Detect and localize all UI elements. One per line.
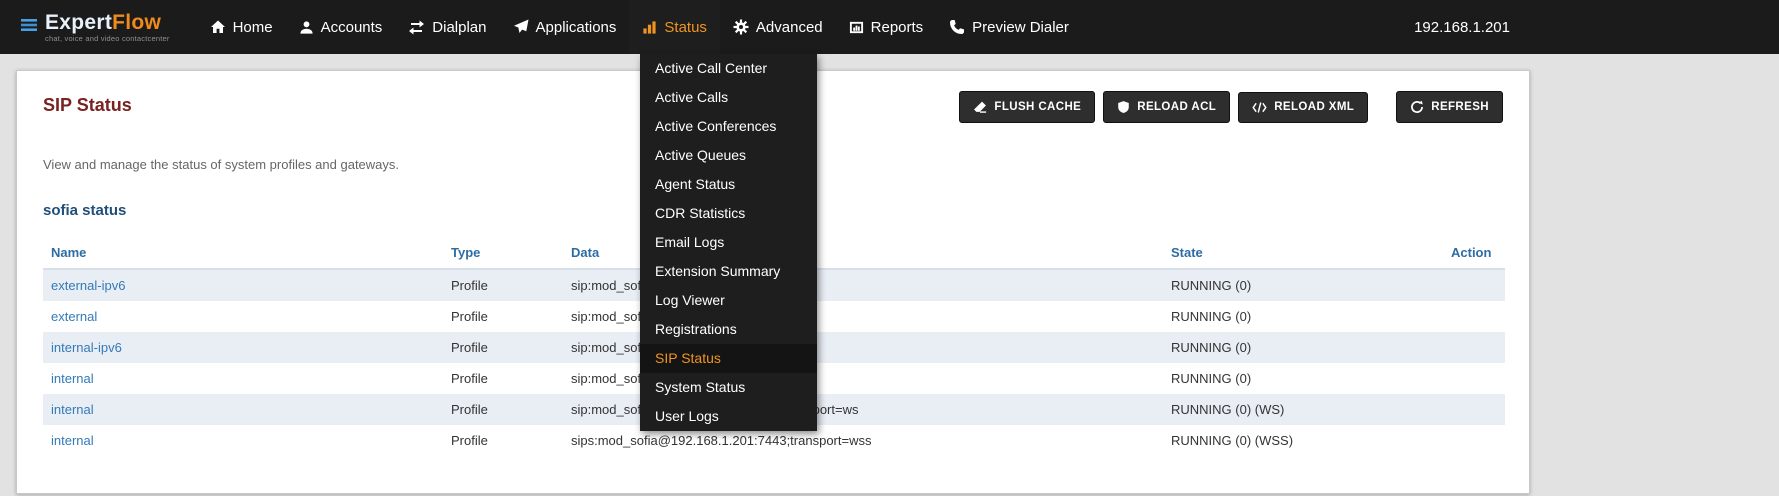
cell-type: Profile <box>443 269 563 301</box>
logo-flow: Flow <box>112 11 161 34</box>
status-menu-item-active-conferences[interactable]: Active Conferences <box>640 112 817 141</box>
phone-icon <box>949 19 965 35</box>
reload-acl-label: RELOAD ACL <box>1137 101 1216 113</box>
status-menu-item-log-viewer[interactable]: Log Viewer <box>640 286 817 315</box>
send-icon <box>513 19 529 35</box>
nav-item-dialplan[interactable]: Dialplan <box>395 0 499 54</box>
profile-link[interactable]: external <box>51 309 97 324</box>
status-dropdown-menu: Active Call CenterActive CallsActive Con… <box>640 54 817 431</box>
status-menu-item-active-queues[interactable]: Active Queues <box>640 141 817 170</box>
toolbar: FLUSH CACHE RELOAD ACL RELOAD XML REFRES… <box>959 91 1503 123</box>
cell-type: Profile <box>443 332 563 363</box>
nav-item-reports[interactable]: Reports <box>836 0 937 54</box>
refresh-button[interactable]: REFRESH <box>1396 91 1503 123</box>
column-header-state[interactable]: State <box>1163 237 1443 269</box>
cell-action <box>1443 394 1505 425</box>
logo-text: ExpertFlow chat, voice and video contact… <box>45 12 170 43</box>
status-menu-item-cdr-statistics[interactable]: CDR Statistics <box>640 199 817 228</box>
nav-item-label: Reports <box>871 19 924 36</box>
cell-action <box>1443 301 1505 332</box>
code-icon <box>1252 101 1267 114</box>
eraser-icon <box>973 100 987 114</box>
cell-type: Profile <box>443 394 563 425</box>
cell-action <box>1443 425 1505 456</box>
flush-cache-label: FLUSH CACHE <box>994 101 1081 113</box>
status-menu-item-agent-status[interactable]: Agent Status <box>640 170 817 199</box>
logo-mark-icon <box>19 15 39 40</box>
status-menu-item-registrations[interactable]: Registrations <box>640 315 817 344</box>
reload-xml-label: RELOAD XML <box>1274 101 1354 113</box>
cell-name: internal <box>43 425 443 456</box>
profile-link[interactable]: internal <box>51 433 94 448</box>
cell-state: RUNNING (0) <box>1163 363 1443 394</box>
reload-acl-button[interactable]: RELOAD ACL <box>1103 91 1230 123</box>
column-header-type[interactable]: Type <box>443 237 563 269</box>
reload-xml-button[interactable]: RELOAD XML <box>1238 92 1368 123</box>
nav-menu: Home Accounts Dialplan Applications Status Ad… <box>197 0 1082 54</box>
nav-item-advanced[interactable]: Advanced <box>720 0 836 54</box>
expertflow-logo[interactable]: ExpertFlow chat, voice and video contact… <box>19 12 170 43</box>
status-menu-item-active-call-center[interactable]: Active Call Center <box>640 54 817 83</box>
nav-item-preview-dialer[interactable]: Preview Dialer <box>936 0 1082 54</box>
profile-link[interactable]: internal-ipv6 <box>51 340 122 355</box>
cell-name: internal <box>43 363 443 394</box>
cell-action <box>1443 332 1505 363</box>
nav-item-label: Preview Dialer <box>972 19 1069 36</box>
nav-item-label: Home <box>233 19 273 36</box>
cell-type: Profile <box>443 425 563 456</box>
cell-state: RUNNING (0) <box>1163 332 1443 363</box>
cell-action <box>1443 363 1505 394</box>
cell-action <box>1443 269 1505 301</box>
nav-item-label: Status <box>664 19 707 36</box>
cell-name: internal-ipv6 <box>43 332 443 363</box>
profile-link[interactable]: external-ipv6 <box>51 278 125 293</box>
profile-link[interactable]: internal <box>51 402 94 417</box>
page-title: SIP Status <box>43 95 132 116</box>
column-header-action[interactable]: Action <box>1443 237 1505 269</box>
status-menu-item-system-status[interactable]: System Status <box>640 373 817 402</box>
nav-item-status[interactable]: Status <box>629 0 720 54</box>
transfer-icon <box>408 20 425 35</box>
shield-icon <box>1117 100 1130 114</box>
cell-name: external-ipv6 <box>43 269 443 301</box>
user-icon <box>299 20 314 35</box>
nav-item-label: Advanced <box>756 19 823 36</box>
cell-name: external <box>43 301 443 332</box>
report-icon <box>849 20 864 35</box>
gear-icon <box>733 19 749 35</box>
nav-item-label: Applications <box>536 19 617 36</box>
nav-item-applications[interactable]: Applications <box>500 0 630 54</box>
status-menu-item-user-logs[interactable]: User Logs <box>640 402 817 431</box>
column-header-name[interactable]: Name <box>43 237 443 269</box>
nav-item-label: Dialplan <box>432 19 486 36</box>
nav-item-accounts[interactable]: Accounts <box>286 0 396 54</box>
server-ip: 192.168.1.201 <box>1414 19 1546 36</box>
cell-state: RUNNING (0) <box>1163 269 1443 301</box>
nav-item-home[interactable]: Home <box>197 0 286 54</box>
refresh-icon <box>1410 100 1424 114</box>
cell-type: Profile <box>443 301 563 332</box>
bar-chart-icon <box>642 20 657 35</box>
nav-item-label: Accounts <box>321 19 383 36</box>
status-menu-item-sip-status[interactable]: SIP Status <box>640 344 817 373</box>
status-menu-item-email-logs[interactable]: Email Logs <box>640 228 817 257</box>
top-navbar: ExpertFlow chat, voice and video contact… <box>0 0 1779 54</box>
cell-state: RUNNING (0) <box>1163 301 1443 332</box>
status-menu-item-extension-summary[interactable]: Extension Summary <box>640 257 817 286</box>
refresh-label: REFRESH <box>1431 101 1489 113</box>
logo-expert: Expert <box>45 11 112 34</box>
cell-state: RUNNING (0) (WS) <box>1163 394 1443 425</box>
flush-cache-button[interactable]: FLUSH CACHE <box>959 91 1095 123</box>
cell-name: internal <box>43 394 443 425</box>
cell-state: RUNNING (0) (WSS) <box>1163 425 1443 456</box>
navbar-inner: ExpertFlow chat, voice and video contact… <box>16 0 1546 54</box>
home-icon <box>210 19 226 35</box>
profile-link[interactable]: internal <box>51 371 94 386</box>
cell-type: Profile <box>443 363 563 394</box>
status-menu-item-active-calls[interactable]: Active Calls <box>640 83 817 112</box>
logo-tagline: chat, voice and video contactcenter <box>45 35 170 43</box>
